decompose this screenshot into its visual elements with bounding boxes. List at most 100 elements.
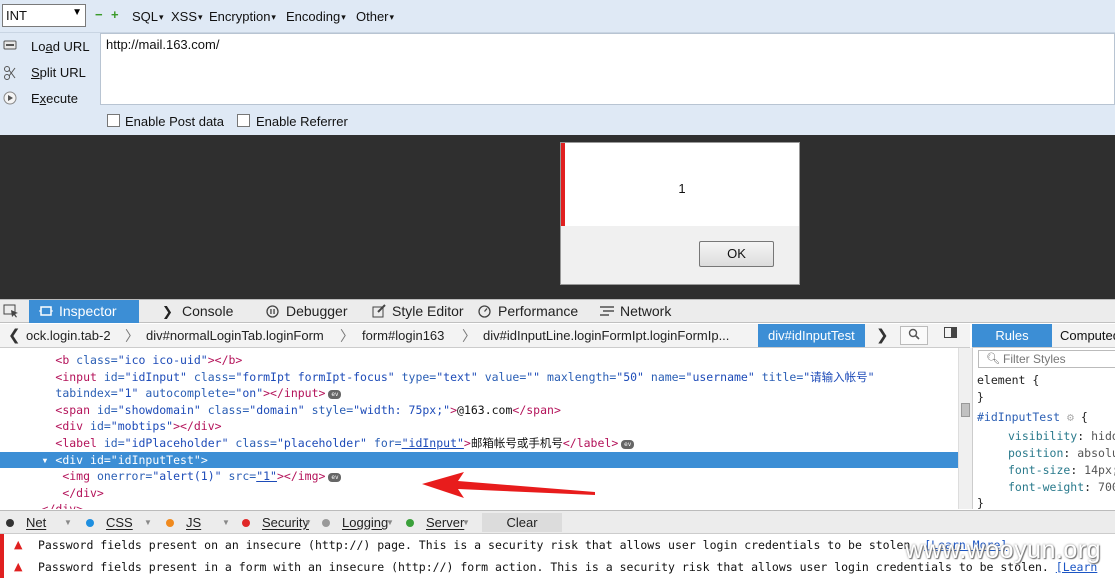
markup-node[interactable]: <span id="showdomain" class="domain" sty… <box>0 402 958 419</box>
chevron-down-icon[interactable]: ▼ <box>64 514 72 532</box>
breadcrumb-item[interactable]: form#login163 <box>362 324 444 347</box>
alert-ok-button[interactable]: OK <box>699 241 774 267</box>
dropdown-caret-icon: ▾ <box>271 12 276 22</box>
tab-debugger-label: Debugger <box>286 303 348 319</box>
console-filter-net[interactable]: Net ▼ <box>4 514 76 532</box>
markup-token: "idPlaceholder" <box>124 436 236 450</box>
console-filter-js[interactable]: JS ▼ <box>164 514 234 532</box>
clear-console-button[interactable]: Clear <box>482 513 562 532</box>
encoding-menu[interactable]: Encoding▾ <box>286 9 346 24</box>
chevron-down-icon[interactable]: ▼ <box>386 514 394 532</box>
markup-token: </span> <box>512 402 561 417</box>
rule-selector: #idInputTest ⚙ { <box>977 410 1088 424</box>
filter-styles-input[interactable]: 🔍︎ Filter Styles <box>978 350 1115 368</box>
status-dot-icon <box>166 519 174 527</box>
tab-network[interactable]: Network <box>590 300 671 323</box>
element-picker-icon[interactable] <box>3 304 21 318</box>
alert-dialog: 1 OK <box>560 142 800 285</box>
breadcrumb-item[interactable]: div#normalLoginTab.loginForm <box>146 324 324 347</box>
markup-node[interactable]: <div id="mobtips"></div> <box>0 418 958 435</box>
markup-token: id= <box>90 419 111 434</box>
markup-token: ></input> <box>263 386 326 401</box>
tab-inspector[interactable]: Inspector <box>29 300 139 323</box>
markup-token: </div> <box>62 485 104 500</box>
enable-referrer-checkbox[interactable] <box>237 114 250 127</box>
devtools-toolbar: Inspector ❯ Console Debugger Style Edito… <box>0 299 1115 323</box>
breadcrumb-item[interactable]: div#idInputLine.loginFormIpt.loginFormIp… <box>483 324 729 347</box>
declaration[interactable]: position: absolute; <box>1008 445 1115 462</box>
label-part: Lo <box>31 39 46 54</box>
int-select[interactable]: INT ▼ <box>2 4 86 27</box>
url-textarea[interactable]: http://mail.163.com/ <box>100 33 1115 105</box>
markup-node[interactable]: <label id="idPlaceholder" class="placeho… <box>0 435 958 452</box>
rule-close-brace: } <box>977 496 984 509</box>
tab-debugger[interactable]: Debugger <box>256 300 348 323</box>
load-url-button[interactable]: Load URL <box>0 35 100 59</box>
sql-menu[interactable]: SQL▾ <box>132 9 164 24</box>
other-menu[interactable]: Other▾ <box>356 9 394 24</box>
enable-referrer-label[interactable]: Enable Referrer <box>256 114 348 129</box>
markup-token: "1" <box>256 469 277 484</box>
encryption-menu[interactable]: Encryption▾ <box>209 9 276 24</box>
chevron-down-icon[interactable]: ▼ <box>222 514 230 532</box>
tab-performance[interactable]: Performance <box>468 300 578 323</box>
tab-computed[interactable]: Computed <box>1060 324 1115 347</box>
chevron-down-icon[interactable]: ▼ <box>144 514 152 532</box>
markup-token: <span <box>55 402 97 417</box>
label-part: E <box>31 91 40 106</box>
tab-style-editor[interactable]: Style Editor <box>362 300 464 323</box>
declaration[interactable]: font-size: 14px; <box>1008 462 1115 479</box>
execute-button[interactable]: Execute <box>0 87 100 111</box>
watermark: www.wooyun.org <box>905 536 1101 564</box>
tab-console[interactable]: ❯ Console <box>152 300 233 323</box>
markup-token: <img <box>62 469 97 484</box>
declaration[interactable]: visibility: hidden; <box>1008 428 1115 445</box>
decrease-button[interactable]: − <box>95 8 103 22</box>
event-badge-icon[interactable]: ev <box>328 473 342 483</box>
breadcrumb-item-active[interactable]: div#idInputTest <box>758 324 865 347</box>
event-badge-icon[interactable]: ev <box>621 440 635 449</box>
toggle-sidebar-icon[interactable] <box>937 326 963 345</box>
declaration-property: visibility <box>1008 429 1078 443</box>
console-filter-css[interactable]: CSS ▼ <box>84 514 156 532</box>
markup-node[interactable]: </div> <box>0 501 958 509</box>
breadcrumb-item[interactable]: ock.login.tab-2 <box>26 324 111 347</box>
markup-token: "idInput" <box>401 436 464 450</box>
markup-node[interactable]: <input id="idInput" class="formIpt formI… <box>0 369 958 386</box>
markup-node-selected[interactable]: ▾ <div id="idInputTest"> <box>0 451 958 469</box>
breadcrumb-separator-icon: 〉 <box>462 328 476 344</box>
inspector-icon <box>39 300 53 323</box>
tab-network-label: Network <box>620 303 672 319</box>
declaration-value: absolute; <box>1077 446 1115 460</box>
enable-post-data-label[interactable]: Enable Post data <box>125 114 224 129</box>
markup-token: ></div> <box>173 419 222 434</box>
markup-token: style= <box>311 402 354 417</box>
xss-menu[interactable]: XSS▾ <box>171 9 203 24</box>
markup-token: "ico ico-uid" <box>117 353 208 367</box>
split-url-button[interactable]: Split URL <box>0 61 100 85</box>
markup-node[interactable]: tabindex="1" autocomplete="on"></input> e… <box>0 385 958 402</box>
console-filter-server[interactable]: Server ▼ <box>404 514 474 532</box>
declaration[interactable]: font-weight: 700; <box>1008 479 1115 496</box>
increase-button[interactable]: + <box>111 8 119 22</box>
search-icon[interactable] <box>900 326 928 345</box>
breadcrumb-back-icon[interactable]: ❮ <box>8 326 21 344</box>
markup-scrollbar[interactable] <box>958 348 972 509</box>
markup-token: "idInput" <box>124 369 194 384</box>
element-rule: element { <box>977 373 1040 387</box>
markup-token: @163.com <box>457 402 513 417</box>
tab-rules[interactable]: Rules <box>972 324 1052 347</box>
event-badge-icon[interactable]: ev <box>328 390 342 400</box>
breadcrumb-forward-icon[interactable]: ❯ <box>876 326 889 344</box>
console-filter-logging[interactable]: Logging ▼ <box>320 514 398 532</box>
enable-post-data-checkbox[interactable] <box>107 114 120 127</box>
markup-node[interactable]: <b class="ico ico-uid"></b> <box>0 352 958 369</box>
scrollbar-thumb[interactable] <box>961 403 970 417</box>
tab-performance-label: Performance <box>498 303 579 319</box>
chevron-down-icon[interactable]: ▼ <box>304 514 312 532</box>
console-filter-security[interactable]: Security ▼ <box>240 514 316 532</box>
chevron-down-icon[interactable]: ▼ <box>462 514 470 532</box>
markup-token: "text" <box>436 369 485 384</box>
